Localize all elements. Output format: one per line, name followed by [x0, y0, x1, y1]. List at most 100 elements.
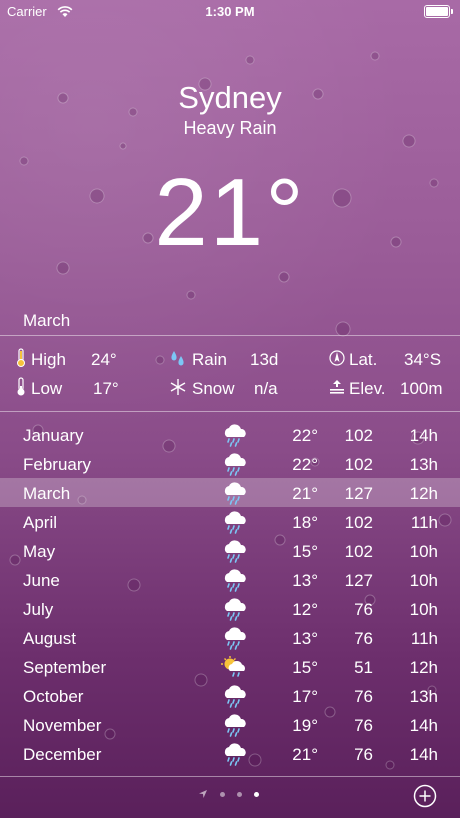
stat-rain-value: 13d — [250, 350, 279, 369]
compass-icon — [329, 350, 345, 366]
battery-icon — [424, 5, 453, 18]
month-rainfall: 76 — [354, 600, 373, 619]
month-rainfall: 102 — [344, 455, 373, 474]
month-temperature: 12° — [292, 600, 318, 619]
divider — [0, 776, 460, 777]
location-arrow-icon — [199, 790, 207, 798]
month-temperature: 19° — [292, 716, 318, 735]
thermometer-low-icon — [17, 377, 25, 396]
rain-cloud-icon — [220, 539, 250, 563]
month-temperature: 13° — [292, 629, 318, 648]
month-name: May — [23, 542, 56, 561]
month-temperature: 21° — [292, 745, 318, 764]
month-name: April — [23, 513, 58, 532]
page-dot — [220, 791, 225, 797]
city-name: Sydney — [178, 80, 282, 115]
stat-low-label: Low — [31, 379, 63, 398]
rain-cloud-icon — [220, 597, 250, 621]
table-row[interactable]: October 17° 76 13h — [0, 681, 460, 710]
rain-cloud-icon — [220, 510, 250, 534]
page-dot — [237, 791, 242, 797]
month-rainfall: 76 — [354, 745, 373, 764]
month-temperature: 15° — [292, 542, 318, 561]
weather-condition: Heavy Rain — [183, 118, 277, 138]
table-row[interactable]: January 22° 102 14h — [0, 420, 460, 449]
month-name: November — [23, 716, 102, 735]
elevation-icon — [330, 380, 344, 394]
stat-high-value: 24° — [91, 350, 117, 369]
status-bar: Carrier 1:30 PM — [0, 0, 460, 24]
stat-latitude-value: 34°S — [404, 350, 442, 369]
rain-cloud-icon — [220, 684, 250, 708]
divider — [0, 335, 460, 336]
month-daylight: 10h — [409, 600, 438, 619]
month-daylight: 12h — [409, 658, 438, 677]
month-daylight: 13h — [409, 687, 438, 706]
month-daylight: 12h — [409, 484, 438, 503]
stat-snow-value: n/a — [254, 379, 278, 398]
stat-snow-label: Snow — [192, 379, 235, 398]
stat-low-value: 17° — [93, 379, 119, 398]
table-row[interactable]: December 21° 76 14h — [0, 739, 460, 768]
month-name: March — [23, 484, 71, 503]
stat-rain-label: Rain — [192, 350, 227, 369]
weather-screen: Carrier 1:30 PM Sydney Heavy Rain 21° Ma… — [0, 0, 460, 818]
month-name: February — [23, 455, 92, 474]
month-temperature: 15° — [292, 658, 318, 677]
rain-cloud-icon — [220, 452, 250, 476]
rain-cloud-icon — [220, 626, 250, 650]
page-indicator[interactable] — [198, 788, 259, 800]
add-city-button[interactable] — [413, 784, 437, 808]
table-row[interactable]: November 19° 76 14h — [0, 710, 460, 739]
table-row[interactable]: September 15° 51 12h — [0, 652, 460, 681]
month-daylight: 10h — [409, 542, 438, 561]
table-row[interactable]: April 18° 102 11h — [0, 507, 460, 536]
stat-elevation-value: 100m — [400, 379, 443, 398]
rain-cloud-icon — [220, 742, 250, 766]
month-rainfall: 102 — [344, 542, 373, 561]
month-name: October — [23, 687, 84, 706]
month-rainfall: 51 — [354, 658, 373, 677]
month-rainfall: 102 — [344, 426, 373, 445]
page-dot-active — [254, 791, 259, 797]
month-name: September — [23, 658, 107, 677]
month-rainfall: 76 — [354, 629, 373, 648]
selected-month-label: March — [23, 311, 71, 330]
status-time: 1:30 PM — [205, 4, 255, 19]
rain-cloud-icon — [220, 713, 250, 737]
table-row-selected[interactable]: March 21° 127 12h — [0, 478, 460, 507]
table-row[interactable]: July 12° 76 10h — [0, 594, 460, 623]
month-rainfall: 102 — [344, 513, 373, 532]
snowflake-icon — [170, 379, 186, 395]
stat-latitude-label: Lat. — [349, 350, 378, 369]
month-temperature: 13° — [292, 571, 318, 590]
month-temperature: 22° — [292, 455, 318, 474]
month-daylight: 13h — [409, 455, 438, 474]
month-daylight: 14h — [409, 426, 438, 445]
table-row[interactable]: June 13° 127 10h — [0, 565, 460, 594]
sun-rain-icon — [220, 655, 250, 679]
month-name: June — [23, 571, 60, 590]
stat-high-label: High — [31, 350, 66, 369]
divider — [0, 411, 460, 412]
month-name: July — [23, 600, 54, 619]
month-daylight: 14h — [409, 745, 438, 764]
month-name: January — [23, 426, 84, 445]
month-rainfall: 76 — [354, 716, 373, 735]
month-temperature: 22° — [292, 426, 318, 445]
bottom-toolbar — [0, 778, 460, 818]
month-daylight: 10h — [409, 571, 438, 590]
table-row[interactable]: February 22° 102 13h — [0, 449, 460, 478]
month-rainfall: 127 — [344, 571, 373, 590]
table-row[interactable]: August 13° 76 11h — [0, 623, 460, 652]
month-rainfall: 76 — [354, 687, 373, 706]
month-daylight: 11h — [410, 629, 438, 648]
monthly-climate-table: January 22° 102 14h February 22° 102 13h… — [0, 420, 460, 768]
month-name: August — [23, 629, 76, 648]
rain-cloud-icon — [220, 423, 250, 447]
rain-cloud-icon — [220, 568, 250, 592]
month-temperature: 21° — [292, 484, 318, 503]
month-rainfall: 127 — [344, 484, 373, 503]
raindrops-icon — [171, 351, 184, 366]
table-row[interactable]: May 15° 102 10h — [0, 536, 460, 565]
